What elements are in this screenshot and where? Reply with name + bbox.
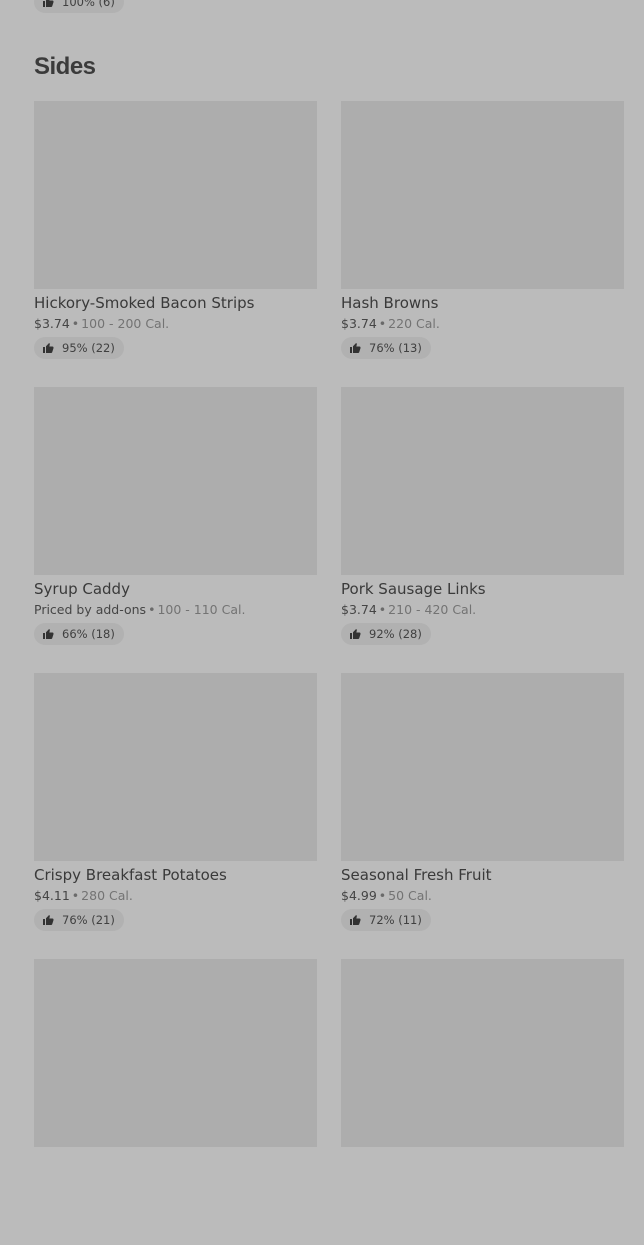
menu-item-meta: $4.99 • 50 Cal.	[341, 889, 624, 903]
menu-item-image[interactable]	[34, 387, 317, 575]
section-title: Sides	[34, 53, 96, 80]
rating-text: 66% (18)	[62, 627, 115, 641]
rating-text: 92% (28)	[369, 627, 422, 641]
rating-badge: 76% (21)	[34, 909, 124, 931]
separator-dot: •	[71, 888, 80, 903]
rating-badge: 100% (6)	[34, 0, 124, 13]
separator-dot: •	[378, 602, 387, 617]
rating-badge: 66% (18)	[34, 623, 124, 645]
previous-section-rating: 100% (6)	[34, 0, 124, 13]
menu-item-name[interactable]: Syrup Caddy	[34, 580, 317, 598]
menu-item-calories: 50 Cal.	[388, 888, 432, 903]
separator-dot: •	[71, 316, 80, 331]
menu-item-calories: 220 Cal.	[388, 316, 440, 331]
thumbs-up-icon	[42, 914, 54, 926]
rating-text: 95% (22)	[62, 341, 115, 355]
thumbs-up-icon	[42, 342, 54, 354]
menu-item-calories: 100 - 110 Cal.	[157, 602, 246, 617]
menu-item-name[interactable]: Hash Browns	[341, 294, 624, 312]
menu-item-image[interactable]	[34, 101, 317, 289]
menu-item-image[interactable]	[341, 673, 624, 861]
menu-item-image[interactable]	[341, 387, 624, 575]
thumbs-up-icon	[42, 0, 54, 8]
menu-item-name[interactable]: Crispy Breakfast Potatoes	[34, 866, 317, 884]
menu-item-meta: Priced by add-ons • 100 - 110 Cal.	[34, 603, 317, 617]
menu-item-image[interactable]	[34, 959, 317, 1147]
menu-item-price: Priced by add-ons	[34, 602, 147, 617]
menu-item-card[interactable]	[34, 959, 317, 1245]
separator-dot: •	[378, 888, 387, 903]
menu-item-image[interactable]	[34, 673, 317, 861]
menu-item-card[interactable]: Hickory-Smoked Bacon Strips $3.74 • 100 - …	[34, 101, 317, 387]
rating-badge: 72% (11)	[341, 909, 431, 931]
thumbs-up-icon	[349, 628, 361, 640]
rating-badge: 76% (13)	[341, 337, 431, 359]
menu-item-name[interactable]: Hickory-Smoked Bacon Strips	[34, 294, 317, 312]
menu-item-meta: $4.11 • 280 Cal.	[34, 889, 317, 903]
rating-text: 72% (11)	[369, 913, 422, 927]
rating-text: 76% (13)	[369, 341, 422, 355]
menu-item-name[interactable]: Seasonal Fresh Fruit	[341, 866, 624, 884]
menu-item-calories: 210 - 420 Cal.	[388, 602, 477, 617]
menu-item-grid: Hickory-Smoked Bacon Strips $3.74 • 100 - …	[34, 101, 624, 1245]
menu-item-card[interactable]: Pork Sausage Links $3.74 • 210 - 420 Cal. …	[341, 387, 624, 673]
separator-dot: •	[148, 602, 156, 617]
menu-item-calories: 280 Cal.	[81, 888, 133, 903]
menu-item-price: $4.99	[341, 888, 377, 903]
menu-item-meta: $3.74 • 210 - 420 Cal.	[341, 603, 624, 617]
thumbs-up-icon	[349, 342, 361, 354]
menu-item-price: $3.74	[34, 316, 70, 331]
menu-item-meta: $3.74 • 100 - 200 Cal.	[34, 317, 317, 331]
menu-item-image[interactable]	[341, 959, 624, 1147]
rating-badge: 95% (22)	[34, 337, 124, 359]
menu-item-image[interactable]	[341, 101, 624, 289]
menu-item-price: $3.74	[341, 316, 377, 331]
menu-item-name[interactable]: Pork Sausage Links	[341, 580, 624, 598]
menu-item-card[interactable]: Syrup Caddy Priced by add-ons • 100 - 110 …	[34, 387, 317, 673]
menu-item-card[interactable]: Crispy Breakfast Potatoes $4.11 • 280 Cal.…	[34, 673, 317, 959]
thumbs-up-icon	[349, 914, 361, 926]
menu-item-calories: 100 - 200 Cal.	[81, 316, 170, 331]
rating-text: 76% (21)	[62, 913, 115, 927]
menu-item-card[interactable]: Hash Browns $3.74 • 220 Cal. 76% (13)	[341, 101, 624, 387]
separator-dot: •	[378, 316, 387, 331]
menu-item-meta: $3.74 • 220 Cal.	[341, 317, 624, 331]
menu-item-card[interactable]: Seasonal Fresh Fruit $4.99 • 50 Cal. 72% (…	[341, 673, 624, 959]
thumbs-up-icon	[42, 628, 54, 640]
rating-text: 100% (6)	[62, 0, 115, 9]
menu-item-price: $3.74	[341, 602, 377, 617]
menu-item-price: $4.11	[34, 888, 70, 903]
rating-badge: 92% (28)	[341, 623, 431, 645]
menu-item-card[interactable]	[341, 959, 624, 1245]
